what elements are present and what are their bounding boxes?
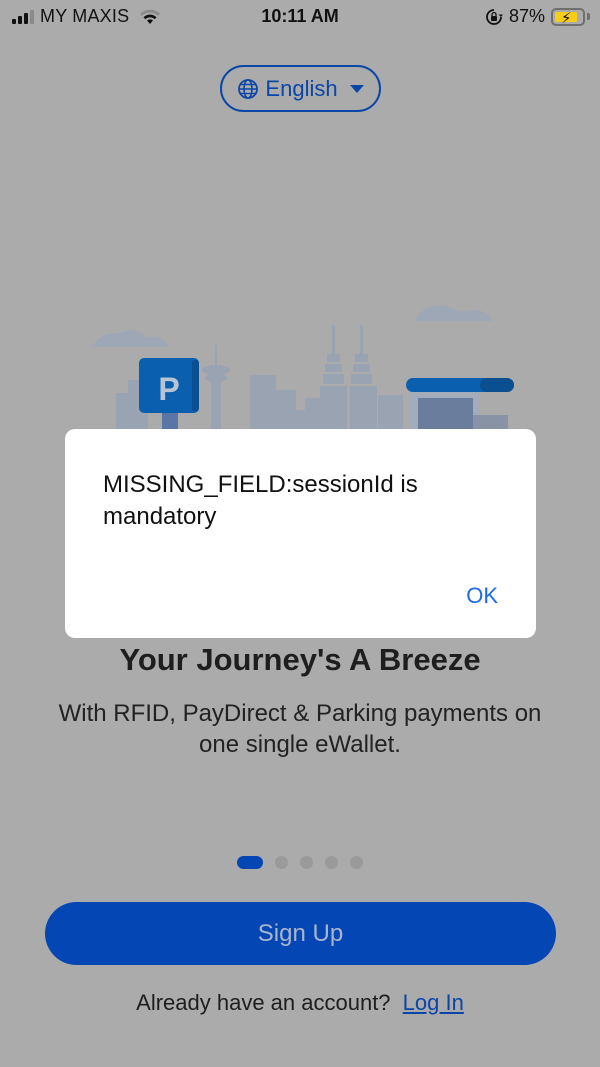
status-bar: MY MAXIS 10:11 AM 87% ⚡ (0, 0, 600, 34)
battery-icon: ⚡ (551, 7, 585, 27)
petronas-spire (360, 325, 363, 355)
status-right: 87% ⚡ (485, 6, 590, 27)
page-indicator (237, 856, 363, 869)
alert-dialog: MISSING_FIELD:sessionId is mandatory OK (65, 429, 536, 638)
page-dot[interactable] (350, 856, 363, 869)
kl-tower-head (202, 365, 230, 375)
page-dot-active[interactable] (237, 856, 263, 869)
page-dot[interactable] (275, 856, 288, 869)
alert-ok-button[interactable]: OK (466, 583, 498, 609)
cloud-right (414, 305, 492, 321)
page-dot[interactable] (300, 856, 313, 869)
sign-up-button[interactable]: Sign Up (45, 902, 556, 965)
petronas-spire (332, 325, 335, 355)
chevron-down-icon (349, 84, 364, 93)
onboarding-title: Your Journey's A Breeze (119, 642, 481, 677)
login-prompt-row: Already have an account? Log In (0, 990, 600, 1016)
alert-message: MISSING_FIELD:sessionId is mandatory (103, 471, 418, 530)
page-dot[interactable] (325, 856, 338, 869)
city-skyline-illustration: P (92, 305, 514, 440)
language-selector[interactable]: English (220, 65, 381, 112)
log-in-link[interactable]: Log In (403, 990, 464, 1015)
battery-tip (587, 13, 590, 20)
language-label: English (265, 75, 338, 101)
parking-sign-letter: P (158, 371, 179, 407)
kl-tower-mast (215, 345, 217, 365)
onboarding-subtitle: With RFID, PayDirect & Parking payments … (58, 700, 542, 758)
charging-bolt-icon: ⚡ (561, 9, 572, 27)
globe-icon (238, 78, 259, 99)
orientation-lock-icon (486, 8, 503, 25)
cloud-left (92, 330, 170, 347)
battery-percent: 87% (508, 6, 545, 26)
login-prompt-text: Already have an account? (136, 990, 391, 1015)
